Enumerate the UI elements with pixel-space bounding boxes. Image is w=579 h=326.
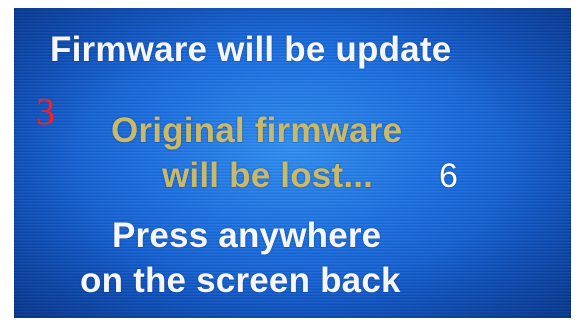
annotation-marker-3: 3 [36,91,55,133]
annotation-marker-6: 6 [439,157,459,195]
photo-frame: Firmware will be update Original firmwar… [0,0,579,326]
warning-line-2: will be lost... [162,156,374,195]
firmware-update-screen[interactable]: Firmware will be update Original firmwar… [14,8,571,318]
instruction-line-2: on the screen back [80,261,401,300]
warning-line-1: Original firmware [111,111,403,150]
update-title: Firmware will be update [50,30,452,69]
instruction-line-1: Press anywhere [112,216,382,255]
